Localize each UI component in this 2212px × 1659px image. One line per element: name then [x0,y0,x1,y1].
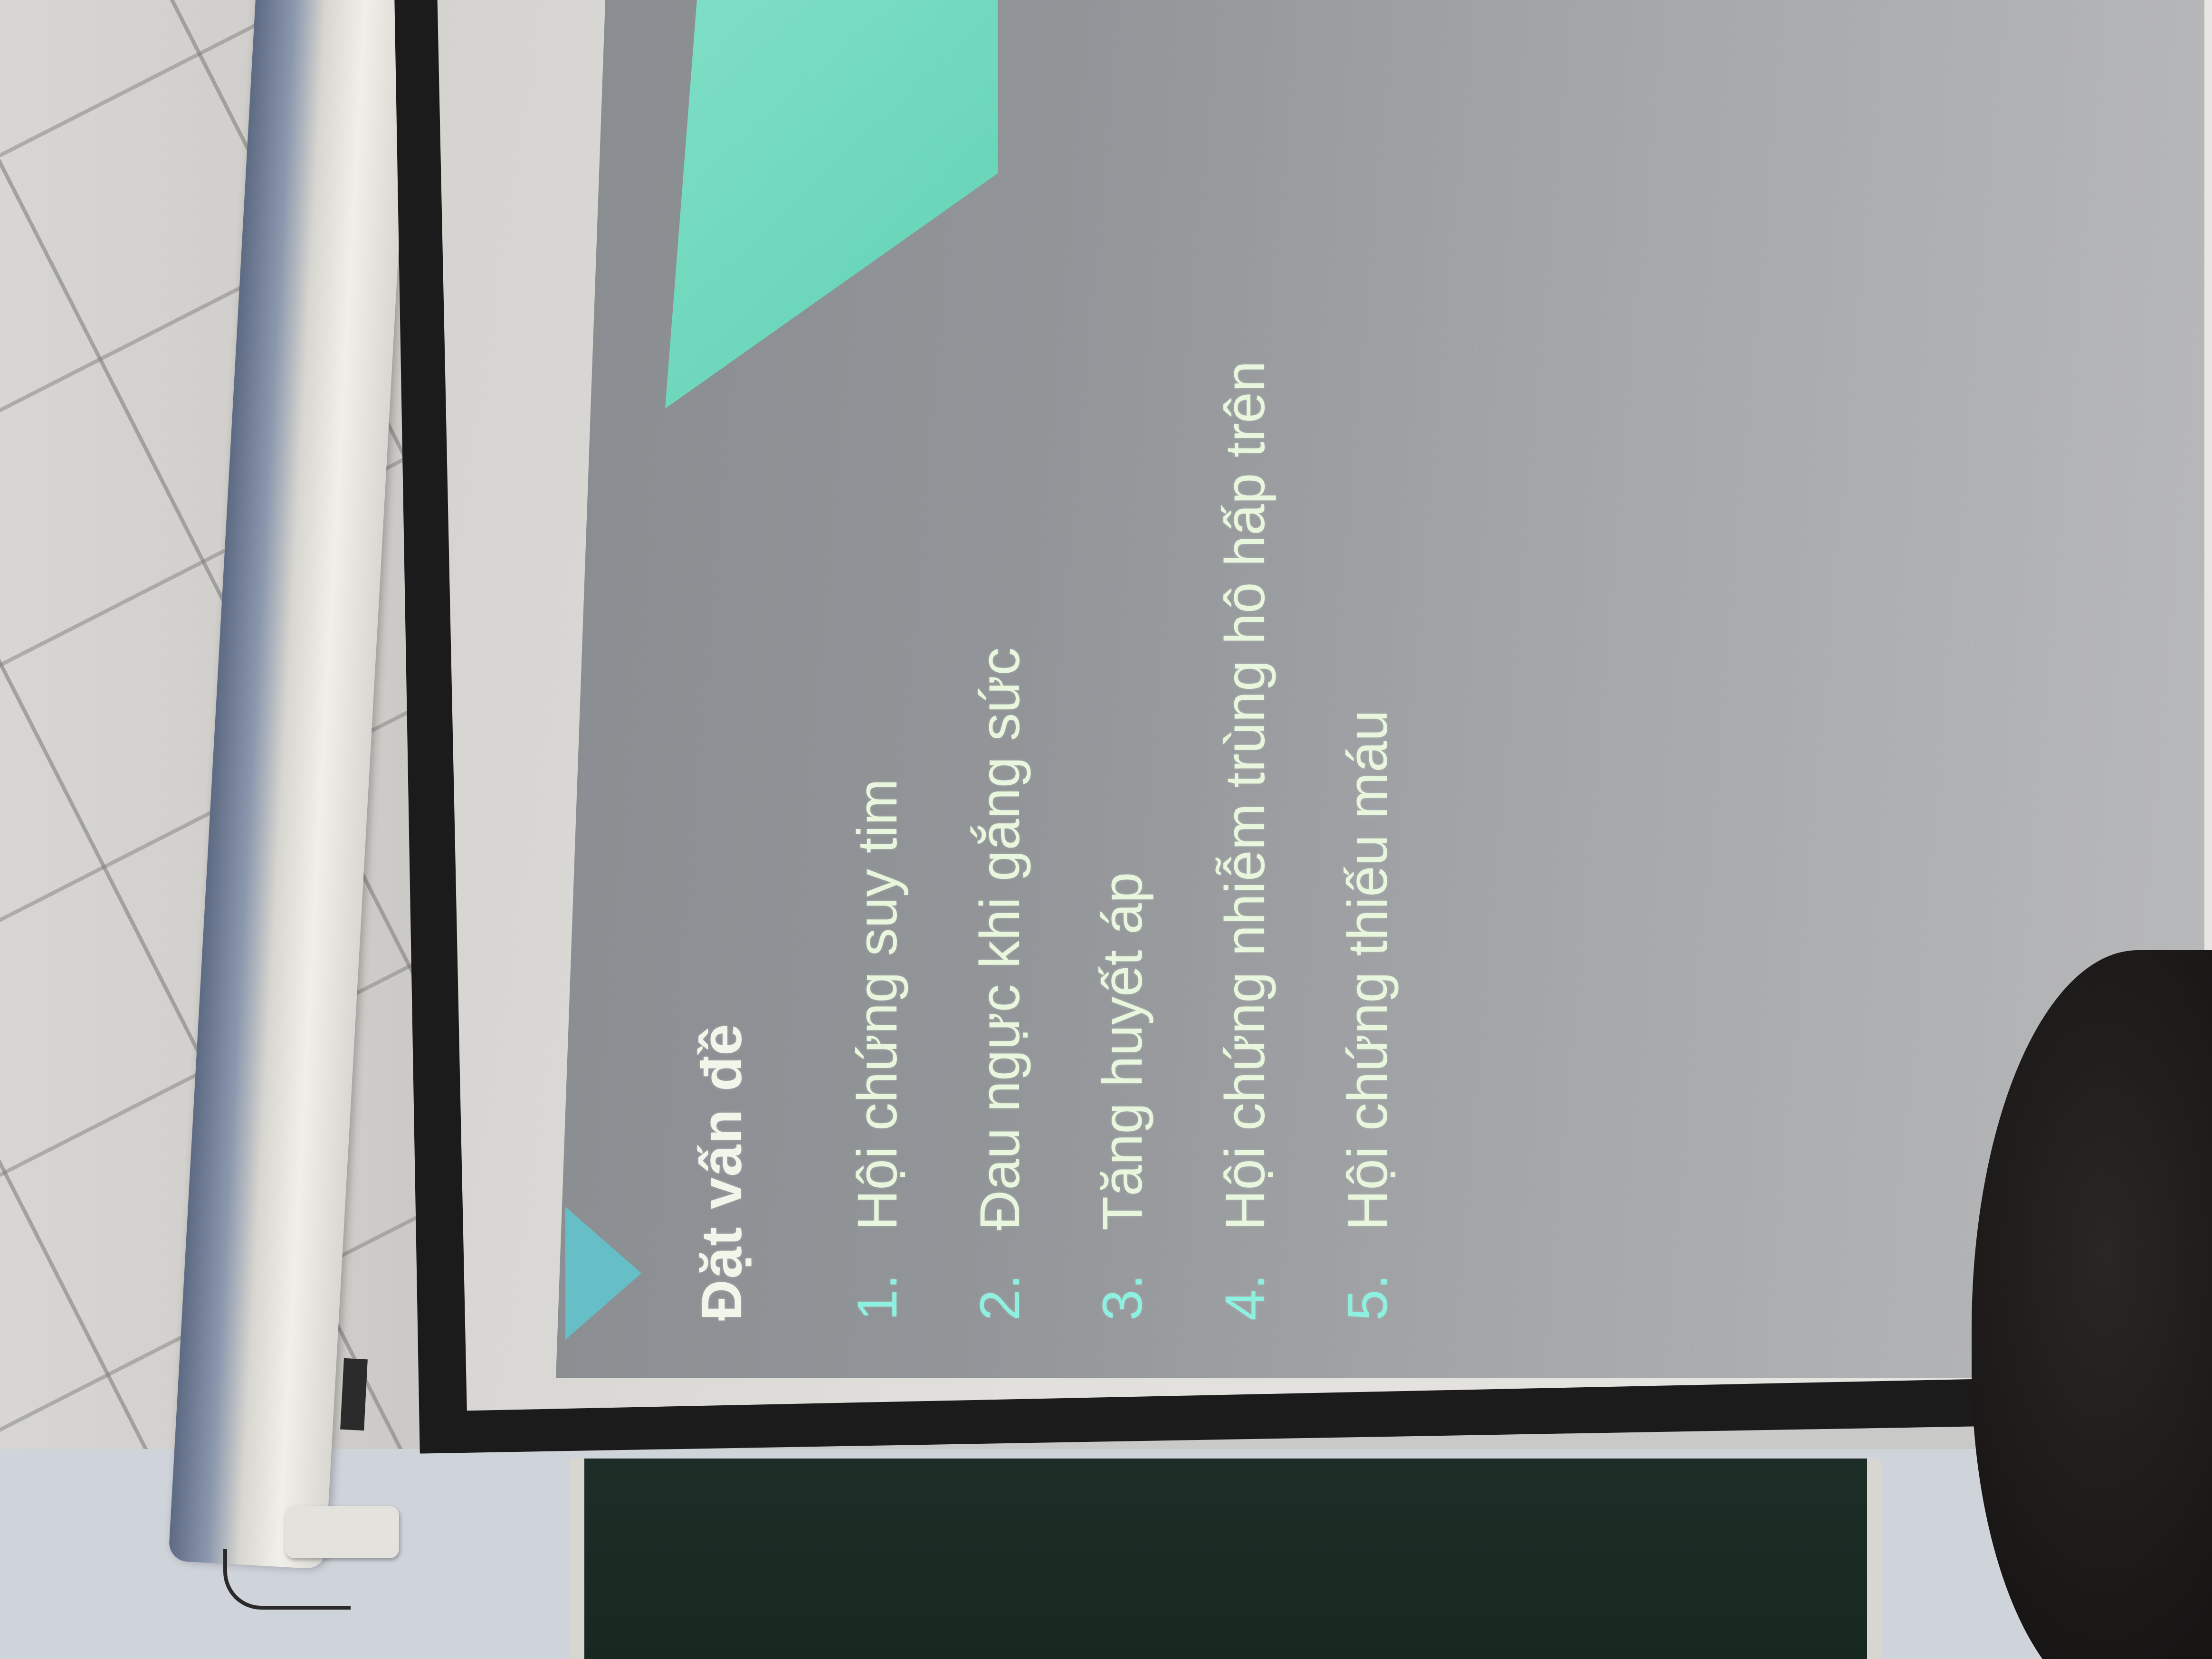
chalkboard [570,1459,1881,1659]
list-item-number: 4. [1214,1274,1277,1321]
power-cable [223,1549,351,1610]
list-item-number: 1. [846,1274,909,1321]
list-item-text: Tăng huyết áp [1091,872,1154,1230]
slide-title: Đặt vấn đề [690,1023,753,1321]
list-item-text: Hội chứng nhiễm trùng hô hấp trên [1214,361,1277,1230]
list-item: 2. Đau ngực khi gắng sức [939,0,1061,1321]
list-item: 4. Hội chứng nhiễm trùng hô hấp trên [1184,0,1306,1321]
list-item-number: 5. [1336,1274,1399,1321]
photo-scene: Đặt vấn đề 1. Hội chứng suy tim 2. Đau ngự… [0,0,2212,1659]
housing-label [340,1358,368,1431]
list-item: 3. Tăng huyết áp [1061,0,1184,1321]
list-item-text: Hội chứng thiếu máu [1336,710,1399,1230]
slide-list: 1. Hội chứng suy tim 2. Đau ngực khi gắng … [816,0,1429,1321]
list-item-text: Hội chứng suy tim [846,778,909,1230]
list-item-text: Đau ngực khi gắng sức [969,647,1031,1230]
list-item-number: 3. [1091,1274,1154,1321]
list-item-number: 2. [969,1274,1031,1321]
list-item: 5. Hội chứng thiếu máu [1306,0,1429,1321]
slide-content: Đặt vấn đề 1. Hội chứng suy tim 2. Đau ngự… [689,0,1429,1321]
list-item: 1. Hội chứng suy tim [816,0,939,1321]
